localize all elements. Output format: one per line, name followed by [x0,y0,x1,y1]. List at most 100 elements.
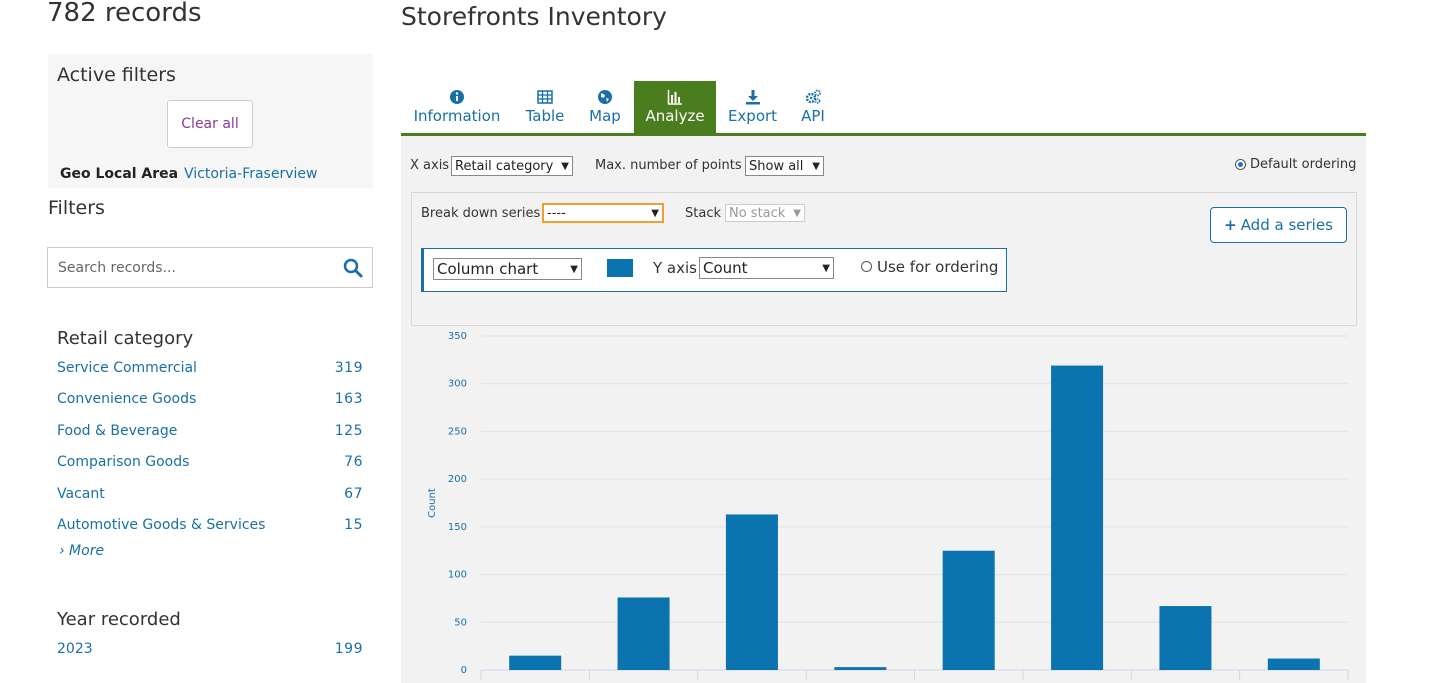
add-series-label: Add a series [1240,216,1333,234]
tab-api[interactable]: API [796,81,830,133]
tab-information[interactable]: Information [411,81,503,133]
x-axis-value: Retail category [455,158,554,174]
y-tick-label: 150 [448,522,467,533]
y-tick-label: 50 [454,617,467,628]
facet-item-label[interactable]: 2023 [57,641,93,672]
tab-label: Export [727,107,778,125]
bar [1051,365,1104,670]
y-tick-label: 350 [448,331,467,342]
y-tick-label: 100 [448,570,467,581]
facet-item-count: 67 [344,485,363,502]
x-axis-select[interactable]: Retail category ▼ [451,156,573,176]
tab-label: Analyze [645,107,705,125]
default-ordering-label: Default ordering [1250,157,1357,172]
download-icon [745,90,760,105]
y-tick-label: 200 [448,474,467,485]
clear-all-button[interactable]: Clear all [167,100,253,148]
add-series-button[interactable]: + Add a series [1210,207,1347,243]
facet-item-label[interactable]: Vacant [57,486,105,517]
tab-bar: Information Table Map Analyze Export API [401,81,1366,136]
facet-item[interactable]: Automotive Goods & Services 15 [57,517,363,543]
facet-item-label[interactable]: Convenience Goods [57,391,196,422]
tab-map[interactable]: Map [585,81,625,133]
chevron-down-icon: ▼ [561,160,569,172]
facet-title: Retail category [57,328,194,349]
y-tick-label: 300 [448,379,467,390]
series-color-swatch[interactable] [607,259,633,277]
facet-item-count: 76 [344,454,363,471]
bar [725,514,778,670]
tab-export[interactable]: Export [725,81,780,133]
stack-label: Stack [685,206,721,221]
use-for-ordering-radio[interactable] [861,261,872,272]
chevron-down-icon: ▼ [812,160,820,172]
facet-item-count: 163 [334,391,363,408]
search-input[interactable] [48,248,328,287]
breakdown-label: Break down series [421,206,541,221]
max-points-value: Show all [749,158,804,174]
search-records-field [47,247,373,288]
tab-analyze[interactable]: Analyze [634,81,716,133]
facet-item[interactable]: Food & Beverage 125 [57,423,363,454]
tab-label: Information [413,107,501,125]
y-tick-label: 0 [461,665,467,676]
series-row: Column chart ▼ Y axis Count ▼ Use for orde… [421,248,1007,292]
tab-label: Map [589,107,621,125]
active-filters-panel: Active filters Clear all Geo Local Area … [48,54,373,188]
facet-item-count: 15 [344,516,363,533]
chevron-down-icon: ▼ [822,262,830,274]
active-filter-value[interactable]: Victoria-Fraserview [184,166,317,182]
bar [617,597,670,670]
facet-item-label[interactable]: Food & Beverage [57,423,177,454]
table-icon [537,90,553,104]
bar-chart-icon [667,90,682,105]
default-ordering-radio[interactable] [1235,159,1246,170]
chevron-down-icon: ▼ [651,207,659,219]
page-title: Storefronts Inventory [401,2,667,31]
breakdown-select[interactable]: ---- ▼ [542,203,664,223]
bar [1267,658,1320,670]
facet-item[interactable]: Comparison Goods 76 [57,454,363,485]
facet-item-label[interactable]: Comparison Goods [57,454,189,485]
y-axis-value: Count [703,259,748,277]
column-chart: 0 50 100 150 200 250 300 350 Count [401,326,1366,683]
facet-item-count: 319 [334,360,363,376]
facet-retail-category: Retail category Service Commercial 319 C… [57,328,363,559]
facet-item[interactable]: Convenience Goods 163 [57,391,363,422]
bar [942,550,995,670]
info-icon [450,90,464,104]
x-axis-label: X axis [410,158,450,173]
breakdown-value: ---- [547,205,566,221]
tab-label: Table [525,107,565,125]
series-config: Break down series ---- ▼ Stack No stack ▼ … [411,192,1357,326]
facet-year-recorded: Year recorded 2023 199 [57,609,363,672]
stack-select[interactable]: No stack ▼ [725,204,805,222]
gears-icon [805,89,821,104]
facet-item-label[interactable]: Automotive Goods & Services [57,517,265,543]
bar [834,667,887,670]
filters-heading: Filters [48,197,105,219]
plus-icon: + [1224,216,1237,234]
y-tick-label: 250 [448,426,467,437]
facet-item[interactable]: Service Commercial 319 [57,360,363,391]
facet-item[interactable]: Vacant 67 [57,486,363,517]
chart-type-select[interactable]: Column chart ▼ [433,258,582,280]
facet-title: Year recorded [57,609,181,630]
search-icon[interactable] [343,258,363,278]
tab-table[interactable]: Table [520,81,570,133]
tab-label: API [801,107,825,125]
y-axis-title: Count [427,488,438,518]
facet-item[interactable]: 2023 199 [57,641,363,672]
chart-background [401,326,1366,683]
max-points-label: Max. number of points [595,158,742,173]
bar [509,655,562,670]
facet-item-count: 199 [334,641,363,657]
bar [1159,606,1212,670]
active-filter-name: Geo Local Area [60,166,179,182]
stack-value: No stack [729,205,786,221]
more-link[interactable]: › More [59,543,363,559]
facet-item-label[interactable]: Service Commercial [57,360,197,391]
chevron-down-icon: ▼ [570,263,578,275]
y-axis-select[interactable]: Count ▼ [699,257,834,279]
max-points-select[interactable]: Show all ▼ [745,156,824,176]
